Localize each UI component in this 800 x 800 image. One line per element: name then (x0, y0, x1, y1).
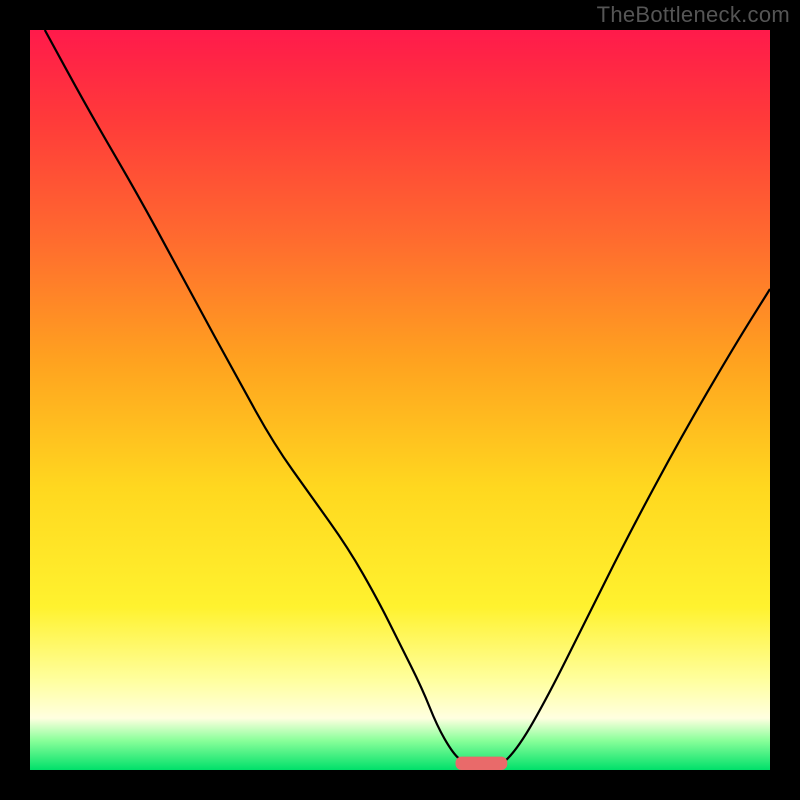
bottleneck-chart (30, 30, 770, 770)
chart-frame: TheBottleneck.com (0, 0, 800, 800)
optimal-marker-icon (456, 757, 508, 770)
watermark-label: TheBottleneck.com (597, 2, 790, 28)
plot-area (30, 30, 770, 770)
gradient-background (30, 30, 770, 770)
